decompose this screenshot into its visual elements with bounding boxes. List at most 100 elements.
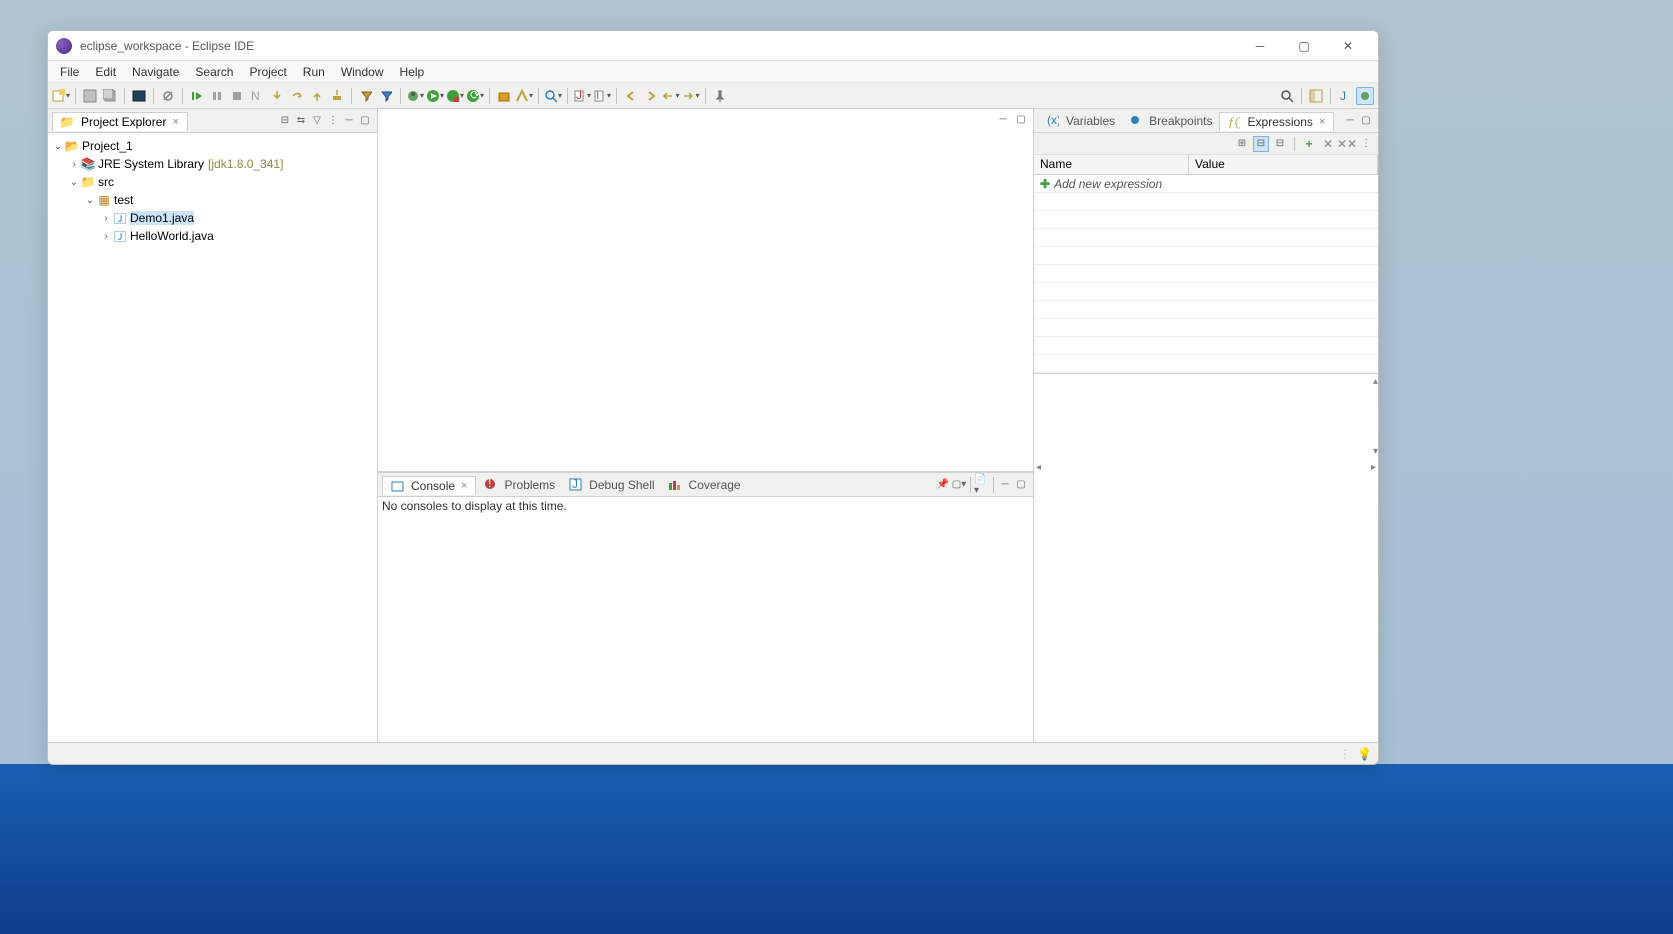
twisty-icon[interactable]: ›: [100, 213, 112, 224]
terminate-button[interactable]: [228, 87, 246, 105]
table-row[interactable]: [1034, 301, 1378, 319]
twisty-icon[interactable]: ›: [68, 159, 80, 170]
remove-all-expr-button[interactable]: ✕✕: [1339, 136, 1355, 152]
new-interface-button[interactable]: I: [593, 87, 611, 105]
twisty-icon[interactable]: ⌄: [68, 177, 80, 188]
expr-view-menu-button[interactable]: ⋮: [1358, 136, 1374, 152]
nav-forward-button[interactable]: [682, 87, 700, 105]
twisty-icon[interactable]: ⌄: [52, 141, 64, 152]
step-over-button[interactable]: [288, 87, 306, 105]
tree-jre-library[interactable]: › 📚 JRE System Library [jdk1.8.0_341]: [52, 155, 373, 173]
expressions-close[interactable]: ×: [1317, 116, 1327, 128]
search-toolbar-button[interactable]: [544, 87, 562, 105]
save-all-button[interactable]: [101, 87, 119, 105]
tree-project[interactable]: ⌄ 📂 Project_1: [52, 137, 373, 155]
show-type-names-button[interactable]: ⊞: [1234, 136, 1250, 152]
menu-edit[interactable]: Edit: [87, 63, 124, 81]
show-logical-button[interactable]: ⊟: [1253, 136, 1269, 152]
skip-breakpoints-button[interactable]: [159, 87, 177, 105]
back-button[interactable]: [622, 87, 640, 105]
collapse-all-button[interactable]: ⊟: [277, 113, 293, 129]
scroll-up-icon[interactable]: ▴: [1373, 376, 1378, 387]
table-row[interactable]: [1034, 229, 1378, 247]
maximize-button[interactable]: ▢: [1282, 32, 1326, 60]
table-row[interactable]: [1034, 283, 1378, 301]
minimize-button[interactable]: ─: [1238, 32, 1282, 60]
tab-problems[interactable]: ! Problems: [476, 476, 561, 494]
editor-minimize-button[interactable]: ─: [995, 111, 1011, 127]
menu-window[interactable]: Window: [333, 63, 392, 81]
tab-coverage[interactable]: Coverage: [661, 476, 747, 494]
right-minimize-button[interactable]: ─: [1342, 113, 1358, 129]
minimize-view-button[interactable]: ─: [341, 113, 357, 129]
pin-console-button[interactable]: 📌: [935, 477, 951, 493]
view-menu-button[interactable]: ⋮: [325, 113, 341, 129]
expression-detail-pane[interactable]: ▴ ▾ ◂ ▸: [1034, 373, 1378, 473]
resume-button[interactable]: [188, 87, 206, 105]
project-tree[interactable]: ⌄ 📂 Project_1 › 📚 JRE System Library [jd…: [48, 133, 377, 742]
new-button[interactable]: [52, 87, 70, 105]
expressions-table[interactable]: Name Value ✚ Add new expression: [1034, 155, 1378, 742]
table-row[interactable]: [1034, 355, 1378, 373]
scroll-left-icon[interactable]: ◂: [1036, 462, 1041, 473]
menu-search[interactable]: Search: [187, 63, 241, 81]
suspend-button[interactable]: [208, 87, 226, 105]
table-row[interactable]: [1034, 193, 1378, 211]
menu-file[interactable]: File: [52, 63, 87, 81]
add-expr-button[interactable]: +: [1301, 136, 1317, 152]
search-access-button[interactable]: [1278, 87, 1296, 105]
twisty-icon[interactable]: ›: [100, 231, 112, 242]
table-row[interactable]: [1034, 319, 1378, 337]
scroll-down-icon[interactable]: ▾: [1373, 446, 1378, 457]
tip-icon[interactable]: 💡: [1357, 747, 1372, 761]
run-button[interactable]: [426, 87, 444, 105]
tree-java-file[interactable]: › 🄹 HelloWorld.java: [52, 227, 373, 245]
tab-debug-shell[interactable]: J Debug Shell: [561, 476, 660, 494]
step-into-button[interactable]: [268, 87, 286, 105]
tree-src-folder[interactable]: ⌄ 📁 src: [52, 173, 373, 191]
new-class-button[interactable]: [515, 87, 533, 105]
scroll-right-icon[interactable]: ▸: [1371, 462, 1376, 473]
table-row[interactable]: [1034, 247, 1378, 265]
debug-perspective-button[interactable]: [1356, 87, 1374, 105]
step-filters-button[interactable]: [357, 87, 375, 105]
tab-variables[interactable]: (x)= Variables: [1038, 112, 1121, 130]
link-editor-button[interactable]: ⇆: [293, 113, 309, 129]
step-return-button[interactable]: [308, 87, 326, 105]
project-explorer-tab[interactable]: 📁 Project Explorer ×: [52, 112, 188, 131]
breakpoint-filter-button[interactable]: [377, 87, 395, 105]
menu-run[interactable]: Run: [295, 63, 333, 81]
right-maximize-button[interactable]: ▢: [1358, 113, 1374, 129]
tab-expressions[interactable]: ƒ() Expressions ×: [1219, 112, 1335, 131]
project-explorer-close[interactable]: ×: [170, 116, 180, 128]
table-row[interactable]: [1034, 211, 1378, 229]
console-maximize-button[interactable]: ▢: [1013, 477, 1029, 493]
console-close[interactable]: ×: [459, 480, 469, 492]
run-last-button[interactable]: ⟳: [466, 87, 484, 105]
new-package-button[interactable]: [495, 87, 513, 105]
new-java-button[interactable]: J: [573, 87, 591, 105]
console-minimize-button[interactable]: ─: [997, 477, 1013, 493]
disconnect-button[interactable]: N: [248, 87, 266, 105]
close-button[interactable]: ✕: [1326, 32, 1370, 60]
display-console-button[interactable]: ▢▾: [951, 477, 967, 493]
java-perspective-button[interactable]: J: [1336, 87, 1354, 105]
save-button[interactable]: [81, 87, 99, 105]
tree-java-file[interactable]: › 🄹 Demo1.java: [52, 209, 373, 227]
table-row[interactable]: [1034, 265, 1378, 283]
tree-package[interactable]: ⌄ ▦ test: [52, 191, 373, 209]
tab-breakpoints[interactable]: Breakpoints: [1121, 112, 1218, 130]
menu-project[interactable]: Project: [241, 63, 294, 81]
collapse-expr-button[interactable]: ⊟: [1272, 136, 1288, 152]
column-value[interactable]: Value: [1189, 155, 1378, 174]
coverage-button[interactable]: [446, 87, 464, 105]
table-row[interactable]: [1034, 337, 1378, 355]
nav-back-button[interactable]: [662, 87, 680, 105]
add-expression-row[interactable]: ✚ Add new expression: [1034, 175, 1378, 193]
menu-navigate[interactable]: Navigate: [124, 63, 187, 81]
debug-button[interactable]: [406, 87, 424, 105]
remove-expr-button[interactable]: ✕: [1320, 136, 1336, 152]
editor-area[interactable]: ─ ▢: [378, 109, 1033, 472]
filter-button[interactable]: ▽: [309, 113, 325, 129]
drop-to-frame-button[interactable]: [328, 87, 346, 105]
